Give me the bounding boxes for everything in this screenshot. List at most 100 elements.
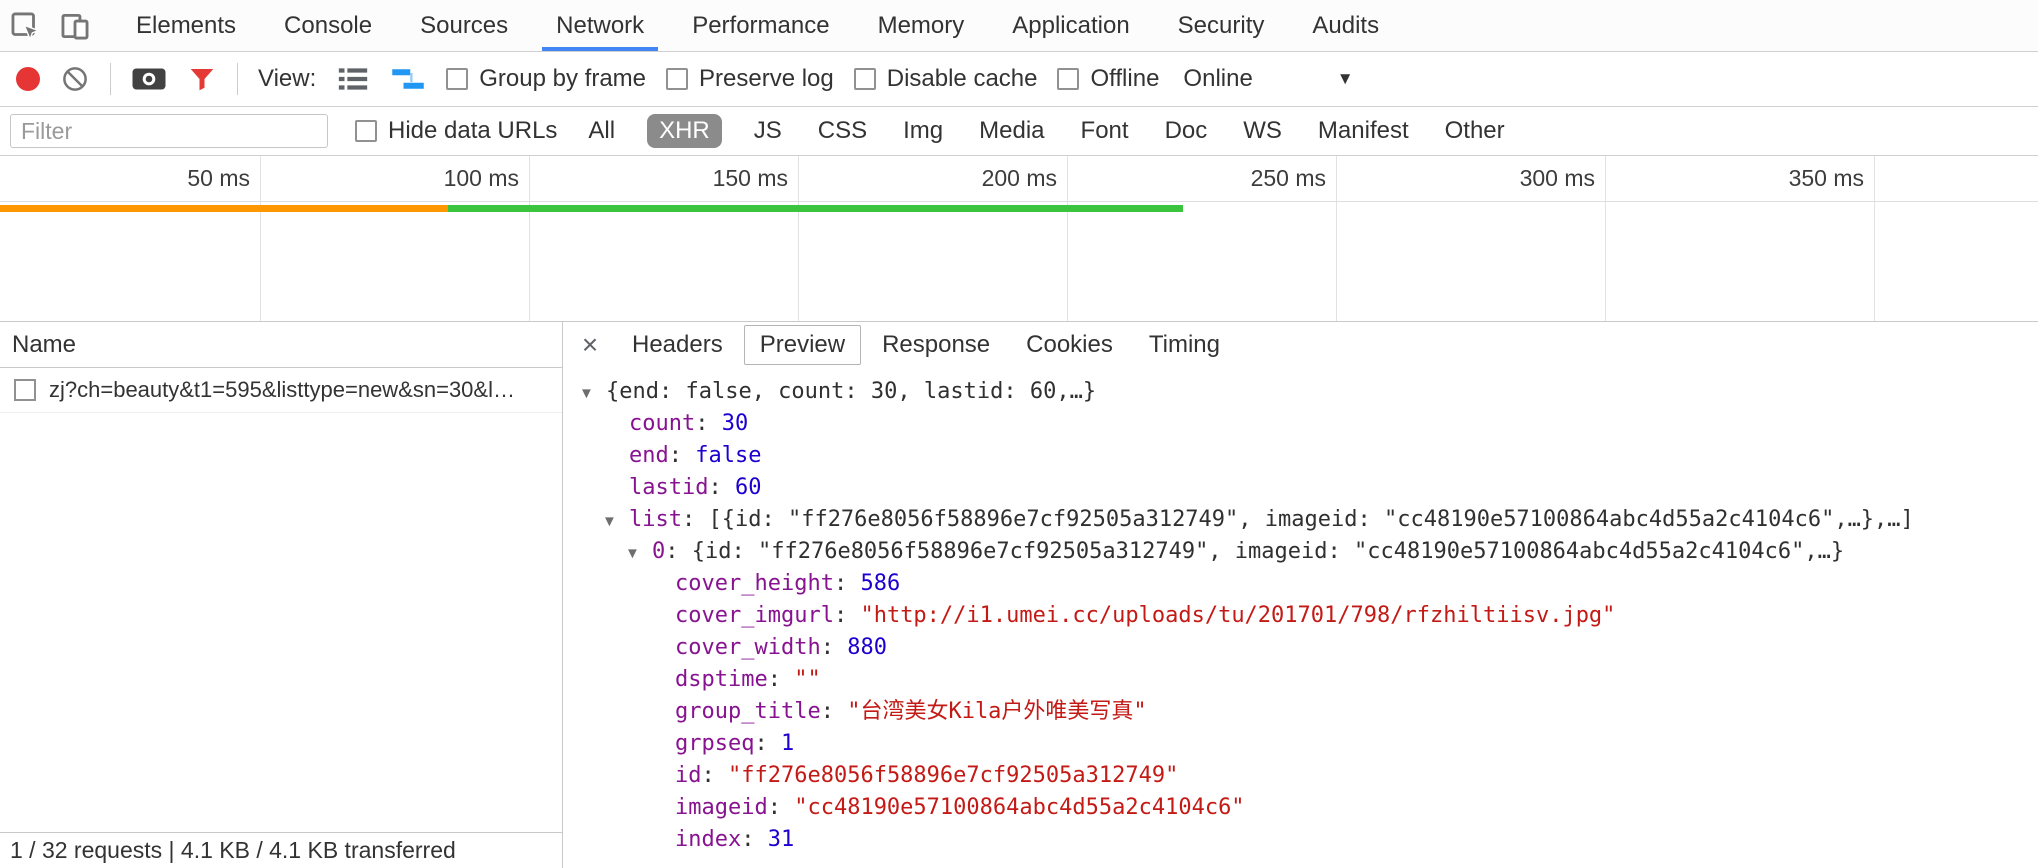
checkbox-box <box>854 68 876 90</box>
token: count <box>629 411 695 436</box>
tree-line[interactable]: lastid: 60 <box>579 472 2038 504</box>
token: 1 <box>781 731 794 756</box>
expand-arrow-icon[interactable]: ▼ <box>625 538 652 570</box>
checkbox-disable-cache[interactable]: Disable cache <box>854 65 1038 93</box>
checkbox-box <box>1057 68 1079 90</box>
name-column-header[interactable]: Name <box>0 322 562 368</box>
filter-all[interactable]: All <box>584 114 619 148</box>
preview-tab-response[interactable]: Response <box>867 326 1005 364</box>
preview-tab-headers[interactable]: Headers <box>617 326 738 364</box>
checkbox-label: Hide data URLs <box>388 117 557 145</box>
preview-tab-preview[interactable]: Preview <box>744 325 861 365</box>
tick-label: 50 ms <box>90 165 250 192</box>
timeline-overview[interactable]: 50 ms100 ms150 ms200 ms250 ms300 ms350 m… <box>0 156 2038 322</box>
dropdown-caret-icon: ▼ <box>1337 69 1354 89</box>
close-detail-button[interactable]: × <box>569 329 611 361</box>
tab-performance[interactable]: Performance <box>668 0 853 51</box>
token: grpseq <box>675 731 754 756</box>
tab-sources[interactable]: Sources <box>396 0 532 51</box>
tab-application[interactable]: Application <box>988 0 1153 51</box>
tree-line[interactable]: grpseq: 1 <box>579 728 2038 760</box>
token: : <box>821 635 848 660</box>
devtools-window: ElementsConsoleSourcesNetworkPerformance… <box>0 0 2038 868</box>
token: "http://i1.umei.cc/uploads/tu/201701/798… <box>860 603 1615 628</box>
camera-icon <box>131 64 167 94</box>
token: : <box>768 667 795 692</box>
expand-arrow-icon[interactable]: ▼ <box>602 506 629 538</box>
filter-manifest[interactable]: Manifest <box>1314 114 1413 148</box>
preview-tab-strip: HeadersPreviewResponseCookiesTiming <box>617 325 1235 365</box>
tab-memory[interactable]: Memory <box>854 0 989 51</box>
tab-console[interactable]: Console <box>260 0 396 51</box>
device-toolbar-button[interactable] <box>50 0 100 51</box>
checkbox-hide-data-urls[interactable]: Hide data URLs <box>355 117 557 145</box>
token: {id: "ff276e8056f58896e7cf92505a312749",… <box>692 539 1844 564</box>
tab-audits[interactable]: Audits <box>1288 0 1403 51</box>
tree-line[interactable]: imageid: "cc48190e57100864abc4d55a2c4104… <box>579 792 2038 824</box>
filter-toggle-button[interactable] <box>187 64 217 94</box>
tab-security[interactable]: Security <box>1154 0 1289 51</box>
tree-line[interactable]: ▼{end: false, count: 30, lastid: 60,…} <box>579 376 2038 408</box>
filter-xhr[interactable]: XHR <box>647 114 722 148</box>
waterfall-view-icon <box>390 64 426 94</box>
inspect-element-button[interactable] <box>0 0 50 51</box>
preview-tab-cookies[interactable]: Cookies <box>1011 326 1128 364</box>
tree-line[interactable]: cover_imgurl: "http://i1.umei.cc/uploads… <box>579 600 2038 632</box>
network-main-area: Name zj?ch=beauty&t1=595&listtype=new&sn… <box>0 322 2038 868</box>
token: "" <box>794 667 821 692</box>
tree-line[interactable]: group_title: "台湾美女Kila户外唯美写真" <box>579 696 2038 728</box>
tree-line[interactable]: dsptime: "" <box>579 664 2038 696</box>
tree-line[interactable]: ▼list: [{id: "ff276e8056f58896e7cf92505a… <box>579 504 2038 536</box>
filter-css[interactable]: CSS <box>814 114 871 148</box>
filter-pills: All XHR JS CSS Img Media Font Doc WS Manifest Othe… <box>584 114 1508 148</box>
token: : <box>669 443 696 468</box>
checkbox-preserve-log[interactable]: Preserve log <box>666 65 834 93</box>
filter-js[interactable]: JS <box>750 114 786 148</box>
expand-arrow-icon[interactable]: ▼ <box>579 378 606 410</box>
filter-font[interactable]: Font <box>1077 114 1133 148</box>
request-row[interactable]: zj?ch=beauty&t1=595&listtype=new&sn=30&l… <box>0 368 562 413</box>
inspect-icon <box>8 9 42 43</box>
token: imageid <box>675 795 768 820</box>
throttling-select[interactable]: Online ▼ <box>1183 65 1353 93</box>
throttling-value: Online <box>1183 65 1252 93</box>
token: : <box>708 475 735 500</box>
filter-img[interactable]: Img <box>899 114 947 148</box>
tree-line[interactable]: cover_height: 586 <box>579 568 2038 600</box>
request-checkbox[interactable] <box>14 379 36 401</box>
filter-input[interactable] <box>10 114 328 148</box>
record-button[interactable] <box>16 67 40 91</box>
filter-media[interactable]: Media <box>975 114 1048 148</box>
tree-line[interactable]: id: "ff276e8056f58896e7cf92505a312749" <box>579 760 2038 792</box>
view-label: View: <box>258 65 316 93</box>
overview-load-bar <box>0 205 1183 212</box>
preview-tab-timing[interactable]: Timing <box>1134 326 1235 364</box>
small-rows-view-button[interactable] <box>336 64 370 94</box>
detail-tab-bar: × HeadersPreviewResponseCookiesTiming <box>563 322 2038 368</box>
checkbox-box <box>446 68 468 90</box>
tree-line[interactable]: count: 30 <box>579 408 2038 440</box>
checkbox-group-by-frame[interactable]: Group by frame <box>446 65 646 93</box>
filter-ws[interactable]: WS <box>1239 114 1286 148</box>
filter-doc[interactable]: Doc <box>1161 114 1212 148</box>
checkbox-offline[interactable]: Offline <box>1057 65 1159 93</box>
overview-view-button[interactable] <box>390 64 426 94</box>
tree-line[interactable]: ▼0: {id: "ff276e8056f58896e7cf92505a3127… <box>579 536 2038 568</box>
tab-network[interactable]: Network <box>532 0 668 51</box>
token: [{id: "ff276e8056f58896e7cf92505a312749"… <box>708 507 1913 532</box>
tree-line[interactable]: index: 31 <box>579 824 2038 856</box>
tree-line[interactable]: cover_width: 880 <box>579 632 2038 664</box>
tab-elements[interactable]: Elements <box>112 0 260 51</box>
token: cover_imgurl <box>675 603 834 628</box>
tree-line[interactable]: end: false <box>579 440 2038 472</box>
timeline-ruler: 50 ms100 ms150 ms200 ms250 ms300 ms350 m… <box>0 156 2038 202</box>
toolbar-checkboxes: Group by frame Preserve log Disable cache O… <box>446 65 1159 93</box>
filter-other[interactable]: Other <box>1441 114 1509 148</box>
clear-button[interactable] <box>60 64 90 94</box>
token: end <box>629 443 669 468</box>
request-rows: zj?ch=beauty&t1=595&listtype=new&sn=30&l… <box>0 368 562 832</box>
checkbox-box <box>666 68 688 90</box>
token: {end: false, count: 30, lastid: 60,…} <box>606 379 1096 404</box>
name-column-label: Name <box>12 331 76 359</box>
capture-screenshots-button[interactable] <box>131 64 167 94</box>
